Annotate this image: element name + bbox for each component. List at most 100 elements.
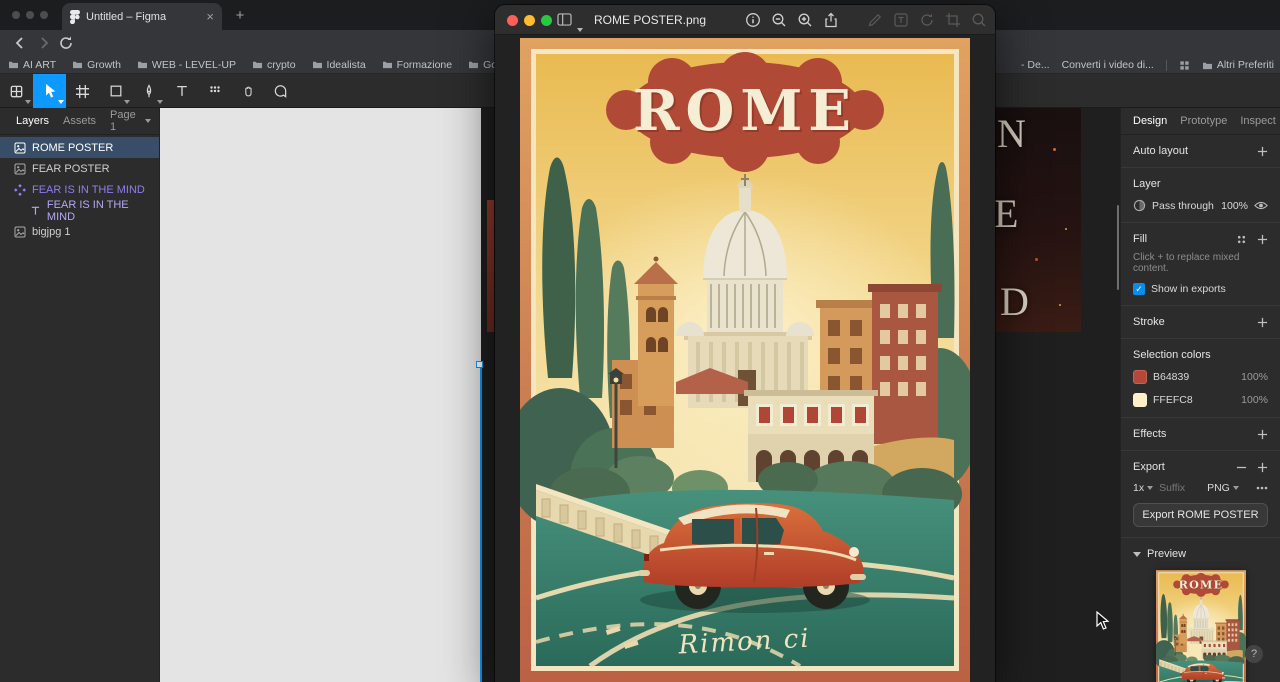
color-hex: FFEFC8 (1153, 394, 1193, 406)
selection-handle[interactable] (476, 361, 483, 368)
layer-label: Layer (1133, 178, 1161, 190)
comment-tool[interactable] (264, 74, 297, 108)
ember-dot (1053, 148, 1056, 151)
preview-window-title: ROME POSTER.png (565, 5, 735, 35)
tab-title: Untitled – Figma (86, 11, 200, 23)
browser-tab[interactable]: Untitled – Figma × (62, 3, 222, 30)
tab-prototype[interactable]: Prototype (1180, 115, 1227, 127)
folder-icon (137, 60, 148, 69)
export-suffix-input[interactable] (1159, 482, 1201, 494)
forward-icon[interactable] (36, 35, 52, 51)
reload-icon[interactable] (58, 35, 74, 51)
fullscreen-icon[interactable] (541, 15, 552, 26)
bookmark-item[interactable]: - De... (1021, 59, 1050, 71)
text-tool[interactable] (165, 74, 198, 108)
layer-section: Layer Pass through 100% (1121, 168, 1280, 223)
tab-design[interactable]: Design (1133, 115, 1167, 127)
help-button[interactable]: ? (1245, 645, 1263, 663)
fear-poster-letter: D (1000, 278, 1029, 325)
fear-poster-fragment[interactable]: N E D (995, 108, 1081, 332)
close-icon[interactable] (507, 15, 518, 26)
selection-border (480, 365, 482, 682)
image-layer-icon (14, 142, 26, 154)
color-swatch[interactable] (1133, 393, 1147, 407)
export-rome-poster-button[interactable]: Export ROME POSTER (1133, 503, 1268, 527)
layer-row-fear-component[interactable]: FEAR IS IN THE MIND (0, 179, 159, 200)
figma-menu-icon[interactable] (0, 74, 33, 108)
color-swatch[interactable] (1133, 370, 1147, 384)
page-selector[interactable]: Page 1 (110, 109, 151, 133)
bookmark-item[interactable]: Converti i video di... (1062, 59, 1154, 71)
add-fill-icon[interactable] (1257, 234, 1268, 245)
canvas-scrollbar[interactable] (1117, 205, 1119, 290)
color-opacity[interactable]: 100% (1241, 371, 1268, 383)
tab-close-icon[interactable]: × (206, 10, 214, 23)
window-minimize-icon[interactable] (26, 11, 34, 19)
color-opacity[interactable]: 100% (1241, 394, 1268, 406)
bookmark-item[interactable]: AI ART (8, 59, 56, 71)
bookmark-item[interactable]: Growth (72, 59, 121, 71)
shape-tool[interactable] (99, 74, 132, 108)
export-options-icon[interactable] (1256, 486, 1268, 490)
layer-row-rome-poster[interactable]: ROME POSTER (0, 137, 159, 158)
share-icon[interactable] (823, 12, 839, 28)
poster-edge-fragment[interactable] (487, 200, 494, 332)
selection-colors-label: Selection colors (1133, 349, 1211, 361)
frame-tool[interactable] (66, 74, 99, 108)
bookmark-item[interactable]: Idealista (312, 59, 366, 71)
layer-row-bigjpg[interactable]: bigjpg 1 (0, 221, 159, 242)
selection-color-row: B64839 100% (1133, 370, 1268, 384)
fill-styles-icon[interactable] (1236, 234, 1247, 245)
minimize-icon[interactable] (524, 15, 535, 26)
window-zoom-icon[interactable] (40, 11, 48, 19)
export-scale-select[interactable]: 1x (1133, 482, 1153, 494)
preview-header[interactable]: Preview (1133, 548, 1268, 560)
folder-icon (382, 60, 393, 69)
window-close-icon[interactable] (12, 11, 20, 19)
remove-export-icon[interactable] (1236, 462, 1247, 473)
add-stroke-icon[interactable] (1257, 317, 1268, 328)
folder-icon (252, 60, 263, 69)
bookmark-item[interactable]: crypto (252, 59, 296, 71)
folder-icon (8, 60, 19, 69)
zoom-in-icon[interactable] (797, 12, 813, 28)
pen-tool[interactable] (132, 74, 165, 108)
bookmarks-bar-right: - De... Converti i video di... Altri Pre… (1021, 56, 1274, 74)
reading-list-icon[interactable] (1179, 60, 1190, 71)
layer-row-fear-poster[interactable]: FEAR POSTER (0, 158, 159, 179)
fear-poster-letter: E (995, 190, 1018, 237)
tab-assets[interactable]: Assets (63, 115, 96, 127)
tab-layers[interactable]: Layers (16, 115, 49, 127)
zoom-out-icon[interactable] (771, 12, 787, 28)
bookmark-other-favorites[interactable]: Altri Preferiti (1202, 59, 1274, 71)
show-in-exports-checkbox[interactable]: ✓ (1133, 283, 1145, 295)
folder-icon (1202, 61, 1213, 70)
hand-tool[interactable] (231, 74, 264, 108)
add-export-icon[interactable] (1257, 462, 1268, 473)
tab-inspect[interactable]: Inspect (1240, 115, 1275, 127)
preview-titlebar[interactable]: ROME POSTER.png (495, 5, 995, 35)
auto-layout-section: Auto layout (1121, 135, 1280, 168)
effects-section: Effects (1121, 418, 1280, 451)
new-tab-button[interactable]: + (232, 7, 248, 23)
ember-dot (1065, 228, 1067, 230)
add-effect-icon[interactable] (1257, 429, 1268, 440)
export-format-select[interactable]: PNG (1207, 482, 1239, 494)
bookmark-item[interactable]: WEB - LEVEL-UP (137, 59, 236, 71)
canvas-page[interactable] (160, 108, 481, 682)
rome-poster-image (520, 38, 970, 682)
visibility-eye-icon[interactable] (1254, 200, 1268, 211)
info-icon[interactable] (745, 12, 761, 28)
resources-tool[interactable] (198, 74, 231, 108)
add-auto-layout-icon[interactable] (1257, 146, 1268, 157)
poster-preview-thumbnail (1156, 570, 1246, 682)
bookmark-item[interactable]: Formazione (382, 59, 452, 71)
export-section: Export 1x PNG Export ROME POSTER (1121, 451, 1280, 538)
back-icon[interactable] (12, 35, 28, 51)
blend-mode-select[interactable]: Pass through (1152, 200, 1215, 212)
move-tool[interactable] (33, 74, 66, 108)
preview-label: Preview (1147, 548, 1186, 560)
color-hex: B64839 (1153, 371, 1189, 383)
layer-opacity-input[interactable]: 100% (1221, 200, 1248, 212)
layer-row-fear-text[interactable]: FEAR IS IN THE MIND (0, 200, 159, 221)
